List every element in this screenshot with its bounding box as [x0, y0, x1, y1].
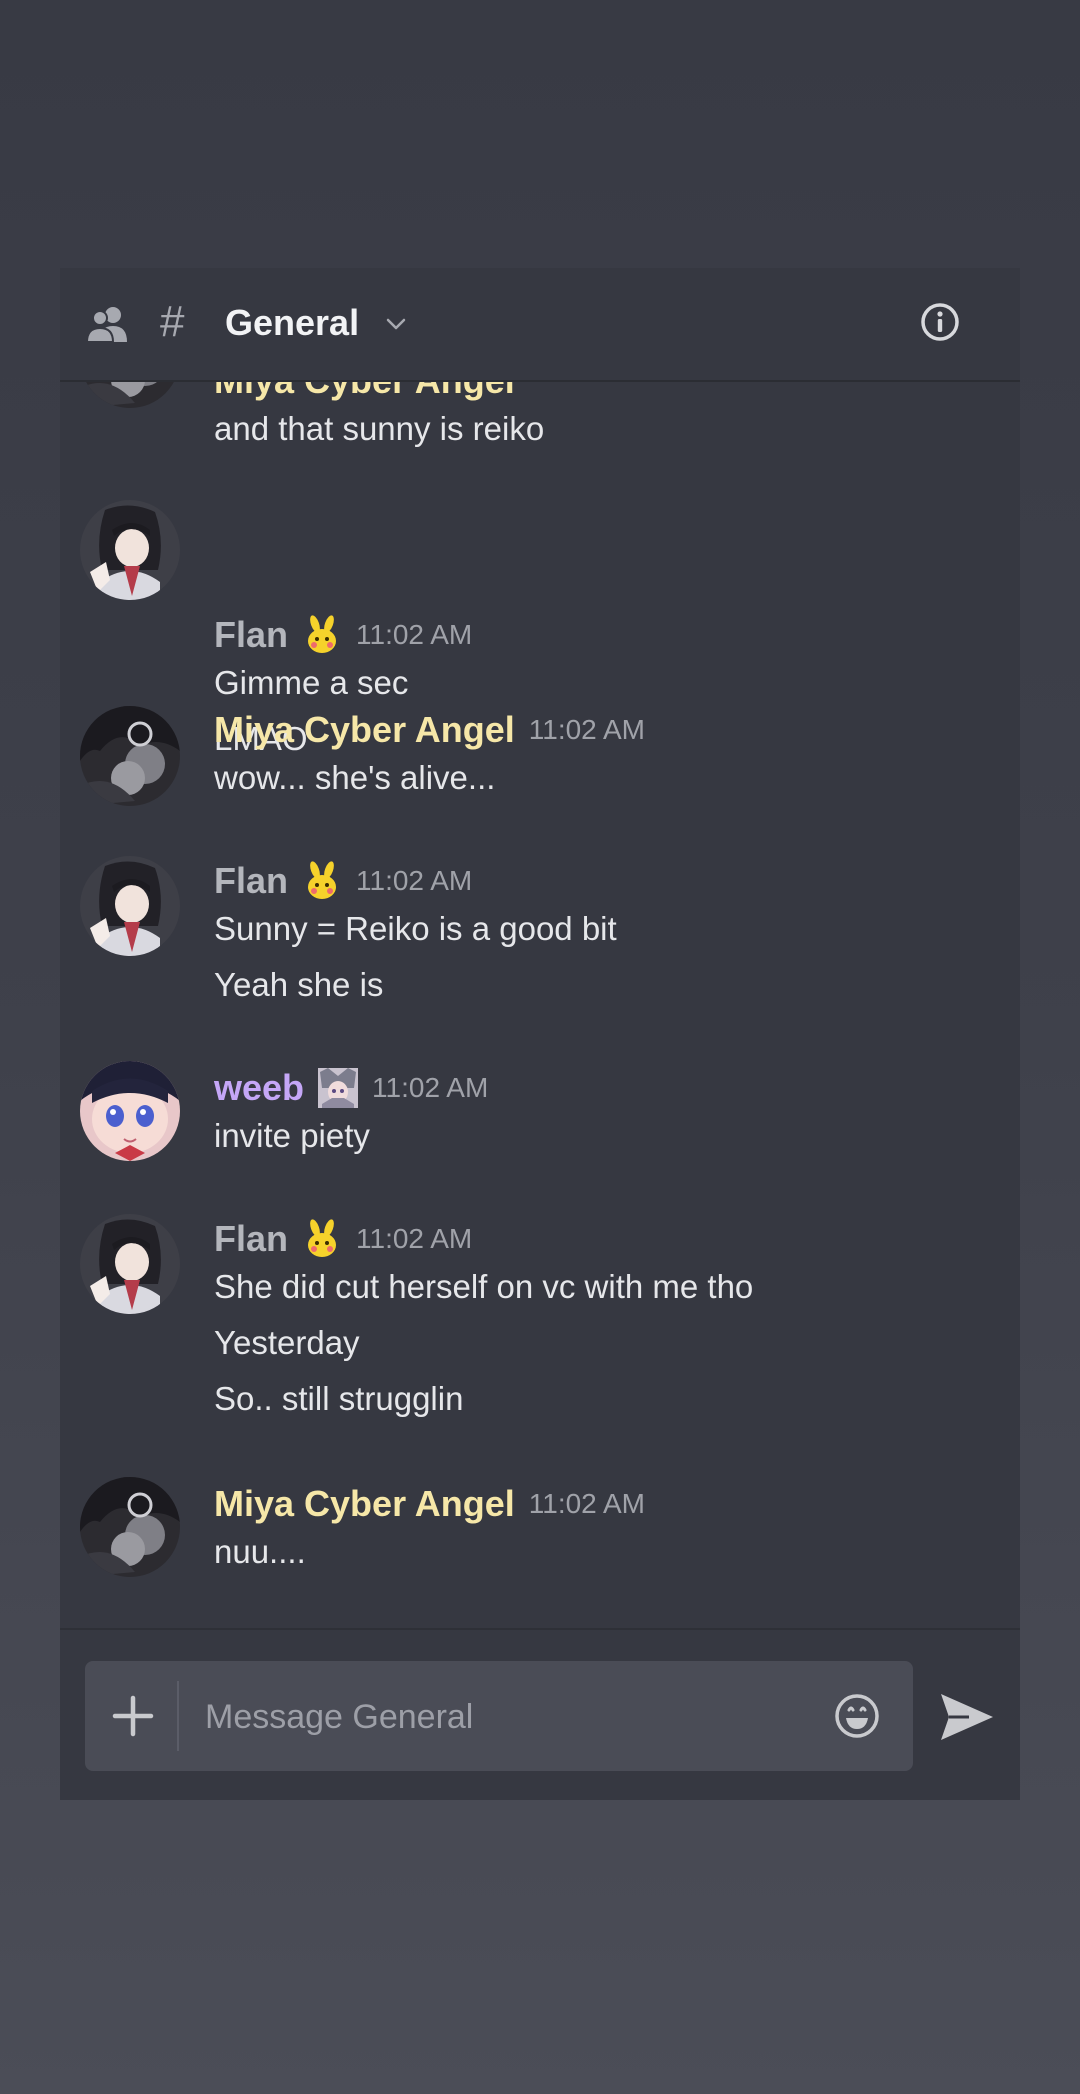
message-line: Gimme a sec — [214, 664, 409, 701]
timestamp: 11:02 AM — [356, 865, 473, 896]
bunny-emoji-badge — [302, 861, 342, 901]
info-icon[interactable] — [919, 301, 961, 343]
message-list[interactable]: Miya Cyber Angel and that sunny is reiko… — [60, 268, 1020, 1628]
message-composer — [85, 1661, 913, 1771]
composer-separator — [177, 1681, 179, 1751]
message-line: Sunny = Reiko is a good bit — [214, 910, 617, 947]
message-line: wow... she's alive... — [214, 759, 496, 796]
timestamp: 11:02 AM — [528, 1488, 645, 1519]
bunny-emoji-badge — [302, 1219, 342, 1259]
message-header: Miya Cyber Angel 11:02 AM — [214, 1481, 645, 1527]
avatar-weeb[interactable] — [80, 1061, 180, 1161]
send-icon[interactable] — [935, 1686, 997, 1748]
message-line: Yesterday — [214, 1324, 360, 1361]
hash-icon: # — [160, 297, 185, 346]
timestamp: 11:02 AM — [528, 714, 645, 745]
members-icon[interactable] — [85, 304, 130, 344]
message-line: She did cut herself on vc with me tho — [214, 1268, 754, 1305]
message-header: weeb 11:02 AM — [214, 1065, 488, 1111]
chat-window: Miya Cyber Angel and that sunny is reiko… — [60, 268, 1020, 1800]
message-header: Miya Cyber Angel 11:02 AM — [214, 707, 645, 753]
username[interactable]: Flan — [214, 612, 288, 658]
message-header: Flan 11:02 AM — [214, 858, 472, 904]
message-line: So.. still strugglin — [214, 1380, 464, 1417]
channel-title[interactable]: General — [225, 298, 359, 348]
anime-girl-badge — [318, 1068, 359, 1108]
chevron-down-icon[interactable] — [384, 312, 408, 336]
composer-divider — [60, 1628, 1020, 1630]
timestamp: 11:02 AM — [356, 1223, 473, 1254]
emoji-icon[interactable] — [833, 1692, 881, 1740]
bunny-emoji-badge — [302, 615, 342, 655]
username[interactable]: Miya Cyber Angel — [214, 1481, 515, 1527]
plus-icon[interactable] — [103, 1686, 163, 1746]
timestamp: 11:02 AM — [372, 1072, 489, 1103]
avatar-flan[interactable] — [80, 500, 180, 600]
message-line: Yeah she is — [214, 966, 384, 1003]
username[interactable]: Miya Cyber Angel — [214, 707, 515, 753]
message-line: and that sunny is reiko — [214, 410, 545, 447]
channel-header: # General — [60, 268, 1020, 382]
avatar-miya[interactable] — [80, 706, 180, 806]
message-line: invite piety — [214, 1117, 370, 1154]
avatar-miya[interactable] — [80, 1477, 180, 1577]
message-input[interactable] — [203, 1689, 807, 1745]
username[interactable]: Flan — [214, 1216, 288, 1262]
username[interactable]: weeb — [214, 1065, 304, 1111]
message-line: nuu.... — [214, 1533, 306, 1570]
message-header: Flan 11:02 AM — [214, 612, 472, 658]
avatar-flan[interactable] — [80, 856, 180, 956]
message-header: Flan 11:02 AM — [214, 1216, 472, 1262]
username[interactable]: Flan — [214, 858, 288, 904]
timestamp: 11:02 AM — [356, 619, 473, 650]
avatar-flan[interactable] — [80, 1214, 180, 1314]
